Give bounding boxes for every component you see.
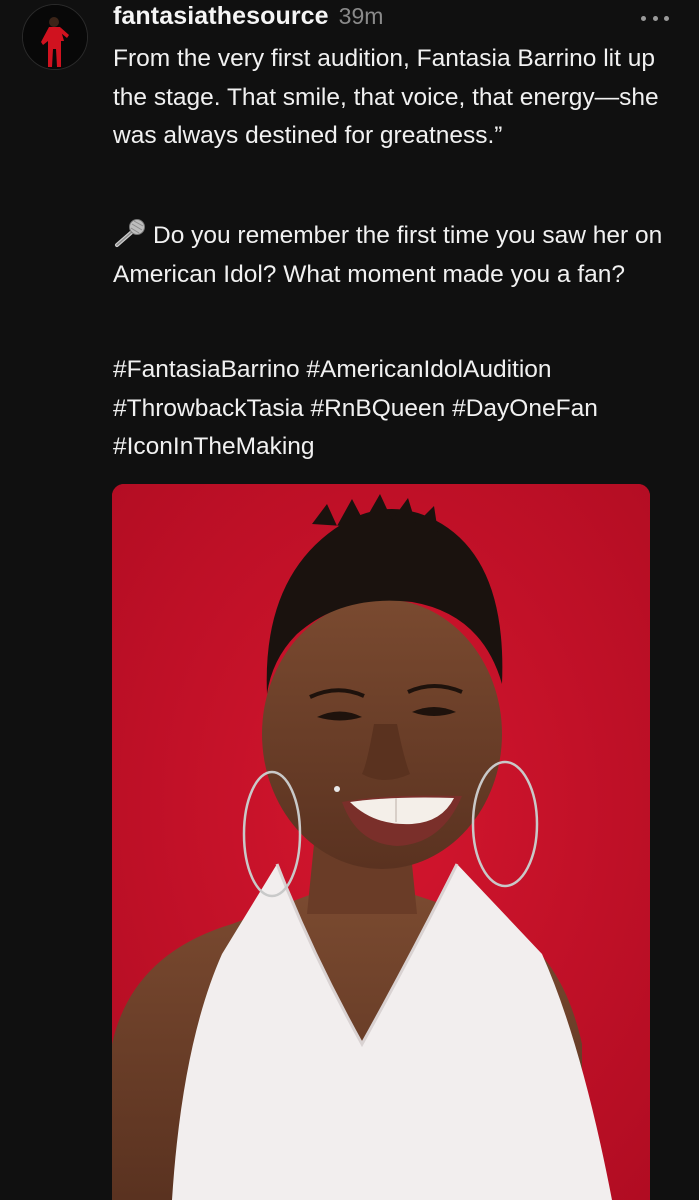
post-image[interactable] <box>112 484 650 1200</box>
avatar[interactable] <box>22 4 88 70</box>
username[interactable]: fantasiathesource <box>113 2 329 31</box>
portrait-illustration <box>112 484 650 1200</box>
hashtags[interactable]: #FantasiaBarrino #AmericanIdolAudition #… <box>113 351 678 467</box>
more-horizontal-icon <box>641 15 646 21</box>
avatar-figure <box>23 5 87 69</box>
post-header: fantasiathesource 39m <box>113 2 383 36</box>
microphone-icon <box>113 218 147 248</box>
post: fantasiathesource 39m From the very firs… <box>0 0 699 1200</box>
more-options-button[interactable] <box>641 8 669 28</box>
post-question-text: Do you remember the first time you saw h… <box>113 222 668 288</box>
timestamp: 39m <box>338 3 384 29</box>
post-text: From the very first audition, Fantasia B… <box>113 45 666 149</box>
post-question: Do you remember the first time you saw h… <box>113 217 678 294</box>
